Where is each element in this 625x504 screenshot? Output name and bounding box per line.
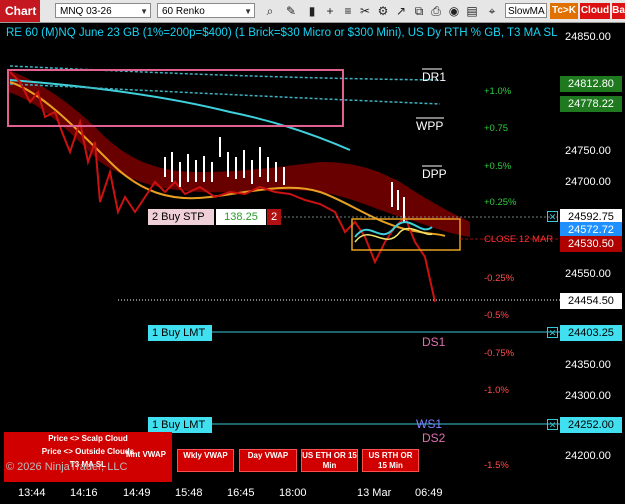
template-icon[interactable]: ▤ [464, 3, 480, 19]
time-label: 06:49 [415, 487, 443, 499]
cloud-button[interactable]: Cloud [580, 3, 610, 19]
price-box-close: 24530.50 [560, 236, 622, 252]
drawing-icon[interactable]: ↗ [393, 3, 409, 19]
instrument-selector[interactable]: MNQ 03-26 ▼ [55, 3, 151, 18]
copyright-text: © 2026 NinjaTrader, LLC [6, 461, 128, 473]
time-label: 16:45 [227, 487, 255, 499]
scissors-icon[interactable]: ✂ [357, 3, 373, 19]
chart-toolbar: Chart MNQ 03-26 ▼ 60 Renko ▼ ⌕ ✎ ▮ + ≡ ✂… [0, 0, 625, 23]
bar-type-label: 60 Renko [162, 6, 205, 17]
time-label: 14:49 [123, 487, 151, 499]
chart-tab[interactable]: Chart [0, 0, 40, 22]
list-icon[interactable]: ≡ [340, 3, 356, 19]
time-label: 13:44 [18, 487, 46, 499]
mnt-vwap-button[interactable]: Mnt VWAP [120, 449, 172, 461]
level-ws1: WS1 [416, 417, 443, 431]
cursor-icon[interactable]: ⌖ [484, 3, 500, 19]
time-label: 14:16 [70, 487, 98, 499]
tc-k-button[interactable]: Tc>K [550, 3, 578, 19]
price-box-upper-2: 24778.22 [560, 96, 622, 112]
bars-icon[interactable]: ▮ [304, 3, 320, 19]
price-tick: 24700.00 [565, 176, 611, 188]
pct-label: -0.25% [484, 273, 515, 284]
instrument-label: MNQ 03-26 [60, 6, 112, 17]
bar-type-selector[interactable]: 60 Renko ▼ [157, 3, 255, 18]
price-tick: 24850.00 [565, 31, 611, 43]
chart-title: RE 60 (M)NQ June 23 GB (1%=200p=$400) (1… [6, 27, 558, 39]
chart-plot-area[interactable] [0, 22, 560, 482]
gear-icon[interactable]: ⚙ [375, 3, 391, 19]
us-rth-or-button[interactable]: US RTH OR 15 Min [362, 449, 419, 472]
print-icon[interactable]: ⎙ [428, 3, 444, 19]
price-tick: 24750.00 [565, 145, 611, 157]
buy-lmt-1-label[interactable]: 1 Buy LMT [148, 325, 212, 341]
slowma-selector[interactable]: SlowMA [505, 3, 547, 18]
buy-stp-qty[interactable]: 2 [267, 209, 281, 225]
camera-icon[interactable]: ◉ [446, 3, 462, 19]
close-12-mar-label: CLOSE 12 MAR [484, 234, 554, 245]
pct-label: -1.5% [484, 460, 509, 471]
pct-label: -0.75% [484, 348, 515, 359]
wkly-vwap-button[interactable]: Wkly VWAP [177, 449, 234, 472]
close-icon[interactable]: ✕ [547, 327, 558, 338]
price-box-buy-lmt-1: 24403.25 [560, 325, 622, 341]
level-dpp: DPP [422, 167, 447, 181]
us-eth-or-button[interactable]: US ETH OR 15 Min [301, 449, 358, 472]
pct-label: +0.5% [484, 161, 512, 172]
buy-stp-pnl[interactable]: 138.25 [216, 209, 266, 225]
price-tick: 24350.00 [565, 359, 611, 371]
level-ds1: DS1 [422, 335, 446, 349]
level-dr1: DR1 [422, 70, 447, 84]
pct-label: -0.5% [484, 310, 509, 321]
pct-label: +1.0% [484, 86, 512, 97]
price-box-upper-1: 24812.80 [560, 76, 622, 92]
price-box-last: 24454.50 [560, 293, 622, 309]
copy-icon[interactable]: ⧉ [411, 3, 427, 19]
plus-icon[interactable]: + [322, 3, 338, 19]
time-label: 18:00 [279, 487, 307, 499]
dr1-dotted-line [9, 65, 441, 81]
price-box-buy-lmt-2: 24252.00 [560, 417, 622, 433]
buy-stp-label[interactable]: 2 Buy STP [148, 209, 214, 225]
time-label: 15:48 [175, 487, 203, 499]
price-tick: 24200.00 [565, 450, 611, 462]
pct-label: -1.0% [484, 385, 509, 396]
pct-label: +0.25% [484, 197, 517, 208]
chevron-down-icon: ▼ [244, 7, 252, 16]
day-vwap-button[interactable]: Day VWAP [239, 449, 297, 472]
buy-lmt-2-label[interactable]: 1 Buy LMT [148, 417, 212, 433]
scalp-cloud-button[interactable]: Price <> Scalp Cloud [4, 433, 172, 445]
chevron-down-icon: ▼ [140, 7, 148, 16]
pencil-icon[interactable]: ✎ [283, 3, 299, 19]
level-ds2: DS2 [422, 431, 446, 445]
time-label: 13 Mar [357, 487, 392, 499]
pct-label: +0.75 [484, 123, 509, 134]
price-tick: 24550.00 [565, 268, 611, 280]
price-tick: 24300.00 [565, 390, 611, 402]
close-icon[interactable]: ✕ [547, 419, 558, 430]
level-wpp: WPP [416, 119, 444, 133]
search-icon[interactable]: ⌕ [262, 3, 278, 19]
ba-button[interactable]: Ba [612, 3, 625, 19]
close-icon[interactable]: ✕ [547, 211, 558, 222]
